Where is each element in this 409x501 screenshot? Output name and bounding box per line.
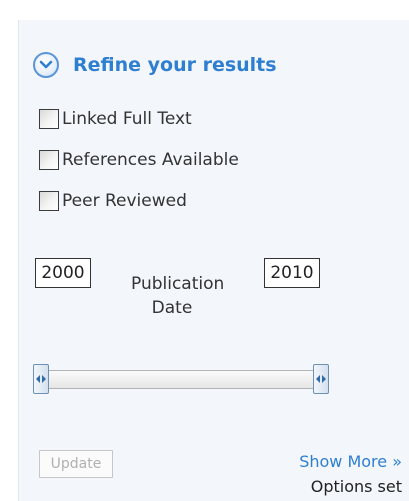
slider-handle-min[interactable] [33, 364, 49, 394]
publication-date-label: Publication Date [131, 272, 225, 320]
date-range-slider-track[interactable] [47, 370, 315, 389]
publication-date-label-line1: Publication [131, 274, 225, 294]
double-arrow-icon [316, 375, 326, 383]
filter-references-available[interactable]: References Available [39, 147, 239, 173]
refine-header[interactable]: Refine your results [33, 50, 277, 80]
to-year-input[interactable]: 2010 [264, 258, 320, 288]
linked-full-text-checkbox[interactable] [39, 109, 59, 129]
filter-linked-full-text[interactable]: Linked Full Text [39, 106, 192, 132]
refine-title: Refine your results [73, 54, 277, 76]
options-set-status: Options set [310, 477, 402, 496]
filter-label: Linked Full Text [62, 109, 192, 129]
filter-label: Peer Reviewed [62, 191, 187, 211]
show-more-link[interactable]: Show More » [299, 452, 402, 471]
from-year-input[interactable]: 2000 [35, 258, 91, 288]
double-arrow-icon [36, 375, 46, 383]
update-button[interactable]: Update [39, 450, 113, 478]
filter-peer-reviewed[interactable]: Peer Reviewed [39, 188, 187, 214]
slider-handle-max[interactable] [313, 364, 329, 394]
filter-label: References Available [62, 150, 239, 170]
chevron-down-circle-icon[interactable] [33, 52, 59, 78]
peer-reviewed-checkbox[interactable] [39, 191, 59, 211]
refine-results-panel: Refine your results Linked Full Text Ref… [18, 20, 409, 501]
publication-date-label-line2: Date [151, 298, 193, 318]
references-available-checkbox[interactable] [39, 150, 59, 170]
